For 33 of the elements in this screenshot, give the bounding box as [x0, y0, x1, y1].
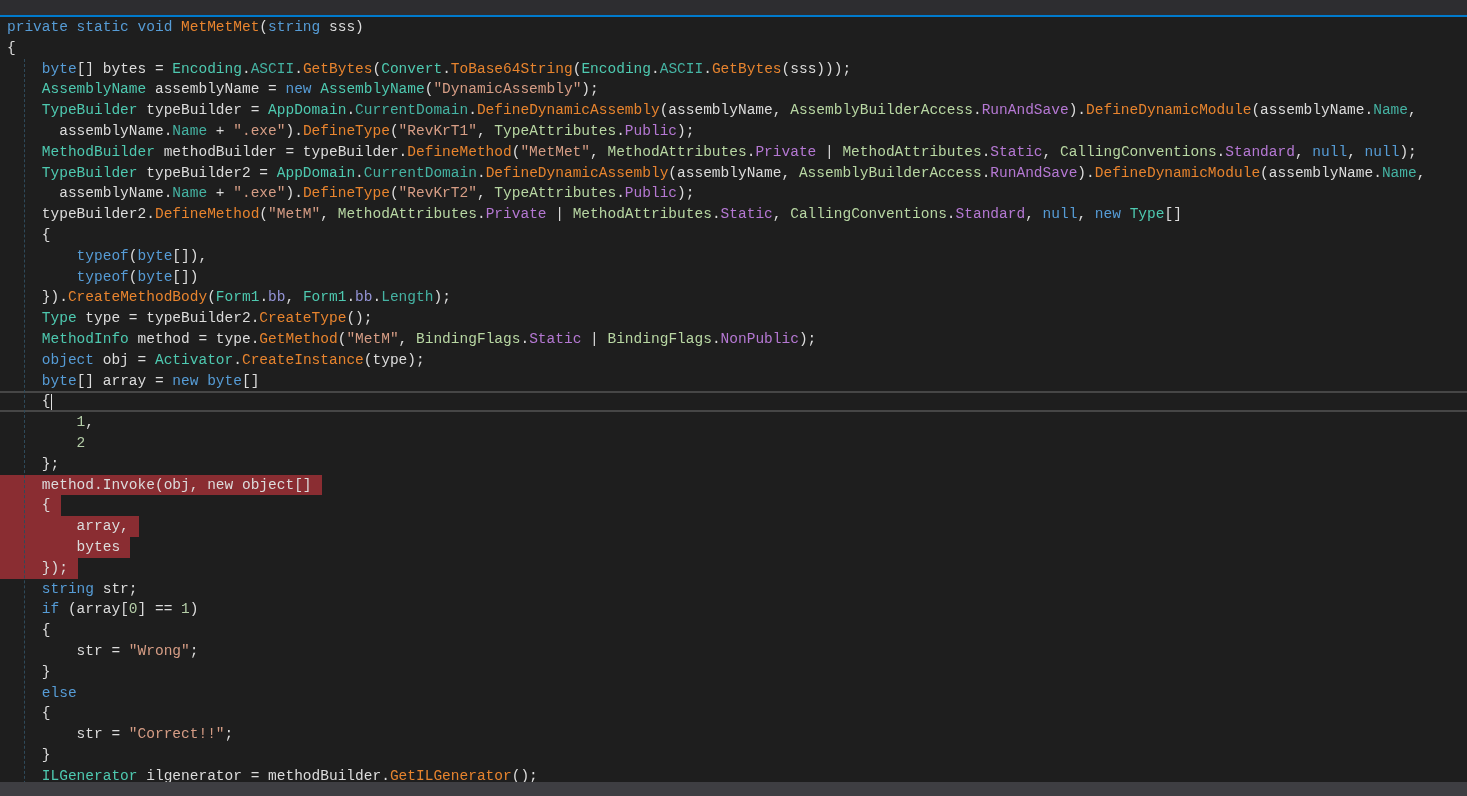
code-line: {: [40, 704, 52, 724]
code-line: }: [40, 662, 52, 682]
code-line: 2: [75, 433, 87, 453]
horizontal-scrollbar[interactable]: [0, 782, 1467, 796]
code-line: TypeBuilder typeBuilder2 = AppDomain.CurrentDomain.DefineDynamicAssembly(assemblyName, AssemblyBuilderAccess.RunAndSave).DefineDynamicModule(assemblyName.Name,: [40, 163, 1427, 183]
code-line: ILGenerator ilgenerator = methodBuilder.GetILGenerator();: [40, 766, 539, 782]
code-line: private static void MetMetMet(string sss): [6, 18, 365, 37]
code-line: }: [40, 745, 52, 765]
code-line: typeof(byte[]),: [75, 246, 209, 266]
code-line: object obj = Activator.CreateInstance(type);: [40, 350, 426, 370]
code-line: {: [40, 225, 52, 245]
code-line: if (array[0] == 1): [40, 600, 200, 620]
code-line: byte[] array = new byte[]: [40, 371, 261, 391]
code-line: Type type = typeBuilder2.CreateType();: [40, 309, 374, 329]
code-line: 1,: [75, 413, 96, 433]
code-line: string str;: [40, 579, 139, 599]
code-line: {: [40, 392, 52, 412]
code-line: typeof(byte[]): [75, 267, 200, 287]
code-line: assemblyName.Name + ".exe").DefineType("RevKrT1", TypeAttributes.Public);: [58, 122, 696, 141]
code-line: }).CreateMethodBody(Form1.bb, Form1.bb.Length);: [40, 288, 452, 308]
code-line: byte[] bytes = Encoding.ASCII.GetBytes(Convert.ToBase64String(Encoding.ASCII.GetBytes(sss)));: [40, 59, 853, 79]
code-line: MethodBuilder methodBuilder = typeBuilder.DefineMethod("MetMet", MethodAttributes.Private | MethodAttributes.Static, CallingConventions.Standard, null, null);: [40, 142, 1418, 162]
code-line: assemblyName.Name + ".exe").DefineType("RevKrT2", TypeAttributes.Public);: [58, 184, 696, 204]
code-line: typeBuilder2.DefineMethod("MetM", MethodAttributes.Private | MethodAttributes.Static, CallingConventions.Standard, null, new Type[]: [40, 205, 1183, 225]
code-line: else: [40, 683, 78, 703]
code-line: TypeBuilder typeBuilder = AppDomain.CurrentDomain.DefineDynamicAssembly(assemblyName, AssemblyBuilderAccess.RunAndSave).DefineDynamicModule(assemblyName.Name,: [40, 101, 1418, 121]
code-line: {: [40, 621, 52, 641]
code-line: {: [6, 38, 17, 58]
code-line: str = "Wrong";: [75, 641, 200, 661]
code-line: str = "Correct!!";: [75, 725, 235, 745]
code-line: AssemblyName assemblyName = new AssemblyName("DynamicAssembly");: [40, 80, 600, 100]
code-line: MethodInfo method = type.GetMethod("MetM", BindingFlags.Static | BindingFlags.NonPublic);: [40, 329, 818, 349]
code-line: };: [40, 454, 61, 474]
